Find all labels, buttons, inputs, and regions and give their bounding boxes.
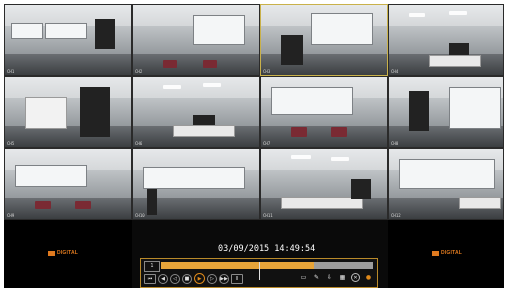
- rewind-button[interactable]: ⏮: [144, 273, 156, 284]
- brand-mark-icon: [48, 250, 55, 256]
- camera-tile-2[interactable]: CH2: [132, 4, 260, 76]
- step-back-button[interactable]: ◀: [158, 273, 168, 284]
- camera-label: CH2: [135, 69, 143, 74]
- frame-button[interactable]: II: [231, 273, 243, 284]
- playback-buttons: ⏮ ◀ ◁ ■ ▶ ▷ ▶▶ II: [144, 273, 243, 284]
- timeline-progress: [161, 262, 314, 269]
- camera-label: CH6: [135, 141, 143, 146]
- camera-tile-10[interactable]: CH10: [132, 148, 260, 220]
- camera-tile-8[interactable]: CH8: [388, 76, 504, 148]
- camera-tile-5[interactable]: CH5: [4, 76, 132, 148]
- camera-label: CH10: [135, 213, 145, 218]
- brand-logo: DIGITAL: [48, 250, 78, 256]
- camera-label: CH12: [391, 213, 401, 218]
- brand-mark-icon: [432, 250, 439, 256]
- playback-tools: ▭ ✎ ⇩ ▦ ✕ ●: [299, 273, 373, 282]
- camera-label: CH8: [391, 141, 399, 146]
- close-icon[interactable]: ✕: [351, 273, 360, 282]
- camera-tile-12[interactable]: CH12: [388, 148, 504, 220]
- download-icon[interactable]: ⇩: [325, 273, 334, 282]
- camera-tile-4[interactable]: CH4: [388, 4, 504, 76]
- camera-label: CH4: [391, 69, 399, 74]
- brand-text: DIGITAL: [57, 250, 79, 256]
- stop-button[interactable]: ■: [182, 273, 192, 284]
- camera-tile-11[interactable]: CH11: [260, 148, 388, 220]
- camera-tile-9[interactable]: CH9: [4, 148, 132, 220]
- camera-label: CH11: [263, 213, 273, 218]
- camera-tile-7[interactable]: CH7: [260, 76, 388, 148]
- channel-selector[interactable]: 1: [144, 261, 160, 272]
- timeline-remaining: [313, 262, 373, 269]
- calendar-icon[interactable]: ▦: [338, 273, 347, 282]
- empty-tile-left: DIGITAL: [4, 220, 132, 288]
- playback-datetime: 03/09/2015 14:49:54: [218, 244, 316, 254]
- camera-label: CH9: [7, 213, 15, 218]
- camera-tile-6[interactable]: CH6: [132, 76, 260, 148]
- brand-logo: DIGITAL: [432, 250, 462, 256]
- camera-label: CH1: [7, 69, 15, 74]
- reverse-button[interactable]: ◁: [170, 273, 180, 284]
- timeline-cursor: [259, 262, 260, 280]
- playback-timeline[interactable]: [161, 262, 373, 269]
- camera-tile-3[interactable]: CH3: [260, 4, 388, 76]
- camera-label: CH5: [7, 141, 15, 146]
- edit-icon[interactable]: ✎: [312, 273, 321, 282]
- play-button[interactable]: ▶: [194, 273, 205, 284]
- camera-label: CH7: [263, 141, 271, 146]
- brand-text: DIGITAL: [441, 250, 463, 256]
- camera-label: CH3: [263, 69, 271, 74]
- step-forward-button[interactable]: ▷: [207, 273, 217, 284]
- display-icon[interactable]: ▭: [299, 273, 308, 282]
- camera-tile-1[interactable]: CH1: [4, 4, 132, 76]
- fast-forward-button[interactable]: ▶▶: [219, 273, 229, 284]
- color-icon[interactable]: ●: [364, 273, 373, 282]
- empty-tile-right: DIGITAL: [388, 220, 504, 288]
